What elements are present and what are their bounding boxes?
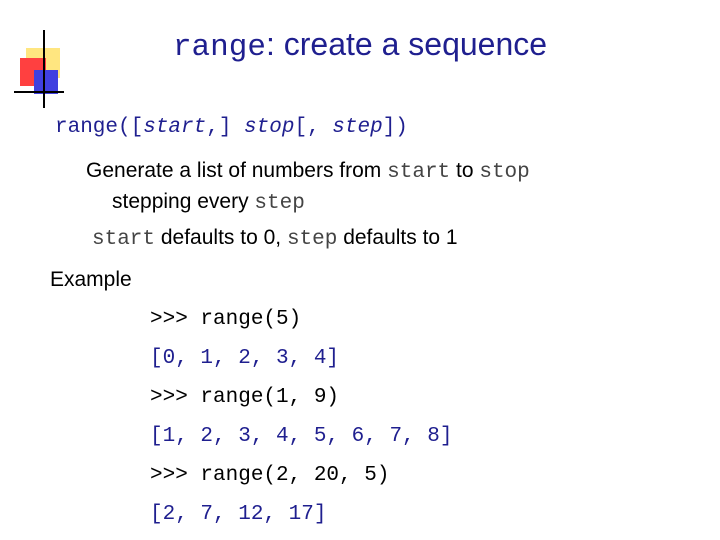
signature-part: range([ [55,116,144,139]
example-input-line: >>> range(2, 20, 5) [150,464,390,487]
defaults-text: defaults to 1 [337,226,458,249]
description-code-start: start [387,161,451,184]
defaults-note: start defaults to 0, step defaults to 1 [92,226,458,251]
description-text: Generate a list of numbers from [86,159,388,182]
defaults-code-start: start [92,228,156,251]
signature-param-stop: stop [244,116,295,139]
title-code: range [172,30,266,65]
example-label: Example [50,268,132,291]
description-text: stepping every [112,190,255,213]
description-paragraph: Generate a list of numbers from start to… [86,156,686,218]
title-text: : create a sequence [265,26,548,62]
example-input-line: >>> range(5) [150,308,302,331]
description-line-2: stepping every step [86,187,686,218]
example-input-line: >>> range(1, 9) [150,386,340,409]
example-output-line: [2, 7, 12, 17] [150,503,327,526]
signature-param-step: step [332,116,383,139]
description-code-step: step [254,192,305,215]
description-text: to [450,159,480,182]
page-title: range: create a sequence [0,26,720,65]
signature-part: ,] [206,116,245,139]
example-output-line: [0, 1, 2, 3, 4] [150,347,340,370]
example-output-line: [1, 2, 3, 4, 5, 6, 7, 8] [150,425,453,448]
defaults-code-step: step [286,228,338,251]
signature-param-start: start [143,116,207,139]
signature-part: ]) [382,116,408,139]
function-signature: range([start,] stop[, step]) [55,116,408,139]
description-line-1: Generate a list of numbers from start to… [86,156,686,187]
description-code-stop: stop [479,161,530,184]
signature-part: [, [294,116,333,139]
defaults-text: defaults to 0, [155,226,287,249]
